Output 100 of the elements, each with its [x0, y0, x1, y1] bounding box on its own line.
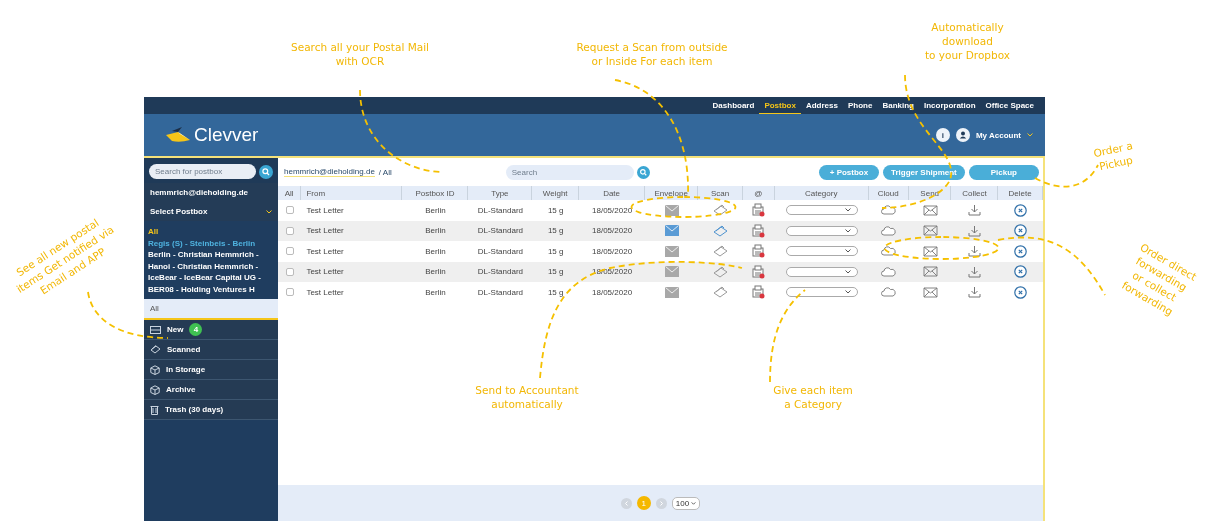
envelope-icon[interactable]: [664, 245, 679, 257]
envelope-icon[interactable]: [664, 266, 679, 278]
column-header: Scan: [698, 186, 743, 200]
trash-bin-icon: [150, 404, 159, 415]
checkbox[interactable]: [285, 247, 294, 256]
account-menu[interactable]: My Account: [975, 130, 1021, 140]
mail-tray-icon: [150, 325, 161, 334]
column-header: Delete: [998, 186, 1043, 200]
folder-item[interactable]: All: [144, 299, 278, 320]
send-envelope-icon[interactable]: [922, 286, 938, 298]
printer-icon[interactable]: [752, 285, 766, 300]
send-envelope-icon[interactable]: [922, 266, 938, 278]
breadcrumb-link[interactable]: hemmrich@dieholding.de: [284, 167, 375, 177]
download-icon[interactable]: [968, 245, 982, 258]
table-cell: DL-Standard: [468, 261, 533, 282]
column-header: All: [278, 186, 302, 200]
folder-item[interactable]: Archive: [144, 380, 278, 400]
chevron-icon: [266, 209, 272, 214]
cloud-icon[interactable]: [881, 287, 897, 298]
chevron-icon: [691, 501, 697, 505]
delete-icon[interactable]: [1014, 224, 1028, 238]
table-cell: Test Letter: [301, 261, 403, 282]
page-size-select[interactable]: 100: [671, 496, 701, 510]
table-cell: DL-Standard: [468, 220, 533, 241]
postbox-item[interactable]: All: [144, 226, 278, 238]
category-select[interactable]: [785, 246, 858, 257]
annotation-text: Send to Accountant automatically: [474, 383, 580, 411]
nav-tab[interactable]: Dashboard: [707, 97, 760, 114]
envelope-icon[interactable]: [664, 204, 679, 216]
printer-icon[interactable]: [752, 244, 766, 259]
delete-icon[interactable]: [1014, 285, 1028, 299]
cloud-icon[interactable]: [881, 266, 897, 277]
delete-icon[interactable]: [1014, 203, 1028, 217]
column-header: Category: [774, 186, 869, 200]
column-header: Weight: [532, 186, 580, 200]
folder-item[interactable]: New 4: [144, 320, 278, 340]
category-select[interactable]: [785, 205, 858, 216]
info-button[interactable]: i: [935, 128, 950, 142]
postbox-item[interactable]: Hanoi - Christian Hemmrich -: [144, 260, 278, 272]
search-field[interactable]: Search: [505, 164, 634, 180]
folder-item[interactable]: Trash (30 days): [144, 400, 278, 420]
send-envelope-icon[interactable]: [922, 225, 938, 237]
postbox-item[interactable]: Regis (S) - Steinbeis - Berlin: [144, 237, 278, 249]
folder-item[interactable]: Scanned: [144, 340, 278, 360]
checkbox[interactable]: [285, 267, 294, 276]
printer-icon[interactable]: [752, 223, 766, 238]
user-avatar-icon[interactable]: [955, 128, 970, 142]
category-select[interactable]: [785, 287, 858, 298]
column-header: Type: [468, 186, 533, 200]
postbox-search-field[interactable]: Search for postbox: [149, 164, 256, 179]
breadcrumb-text: / All: [378, 167, 392, 177]
postbox-item[interactable]: IceBear - IceBear Capital UG -: [144, 272, 278, 284]
cloud-icon[interactable]: [881, 225, 897, 236]
postbox-item[interactable]: Berlin - Christian Hemmrich -: [144, 249, 278, 261]
checkbox[interactable]: [285, 206, 294, 215]
table-cell: Berlin: [402, 220, 469, 241]
column-header: Envelope: [645, 186, 699, 200]
search-icon[interactable]: [259, 164, 273, 179]
nav-tab[interactable]: Incorporation: [918, 97, 981, 114]
send-envelope-icon[interactable]: [922, 245, 938, 257]
send-envelope-icon[interactable]: [922, 204, 938, 216]
delete-icon[interactable]: [1014, 244, 1028, 258]
nav-tab[interactable]: Banking: [877, 97, 919, 114]
table-cell: 18/05/2020: [579, 220, 646, 241]
cloud-icon[interactable]: [881, 246, 897, 257]
download-icon[interactable]: [968, 286, 982, 299]
printer-icon[interactable]: [752, 203, 766, 218]
column-header: Cloud: [868, 186, 909, 200]
checkbox[interactable]: [285, 226, 294, 235]
download-icon[interactable]: [968, 204, 982, 217]
leader-line: [1034, 164, 1099, 188]
nav-tab[interactable]: Address: [800, 97, 843, 114]
scanner-icon[interactable]: [713, 204, 729, 217]
scanner-icon[interactable]: [713, 286, 729, 299]
download-icon[interactable]: [968, 224, 982, 237]
envelope-icon[interactable]: [664, 225, 679, 237]
folder-item[interactable]: In Storage: [144, 360, 278, 380]
delete-icon[interactable]: [1014, 265, 1028, 279]
printer-icon[interactable]: [752, 264, 766, 279]
column-header: Postbox ID: [402, 186, 469, 200]
chevron-icon[interactable]: [1027, 133, 1033, 137]
scanner-icon[interactable]: [713, 245, 729, 258]
cloud-icon[interactable]: [881, 205, 897, 216]
chevron-icon: [844, 228, 851, 233]
logo-text: Clevver: [194, 124, 259, 146]
download-icon[interactable]: [968, 265, 982, 278]
category-select[interactable]: [785, 266, 858, 277]
table-cell: 15 g: [532, 220, 580, 241]
category-select[interactable]: [785, 225, 858, 236]
nav-tab[interactable]: Phone: [842, 97, 878, 114]
annotation-text: Give each item a Category: [772, 383, 854, 411]
nav-tab[interactable]: Office Space: [980, 97, 1039, 114]
scanner-icon[interactable]: [713, 224, 729, 237]
scanner-icon[interactable]: [713, 265, 729, 278]
checkbox[interactable]: [285, 288, 294, 297]
postbox-select[interactable]: Select Postbox: [144, 202, 278, 221]
scanner-icon: [150, 345, 161, 354]
envelope-icon[interactable]: [664, 286, 679, 298]
postbox-item[interactable]: BER08 - Holding Ventures H: [144, 283, 278, 295]
count-badge: 4: [189, 323, 203, 336]
